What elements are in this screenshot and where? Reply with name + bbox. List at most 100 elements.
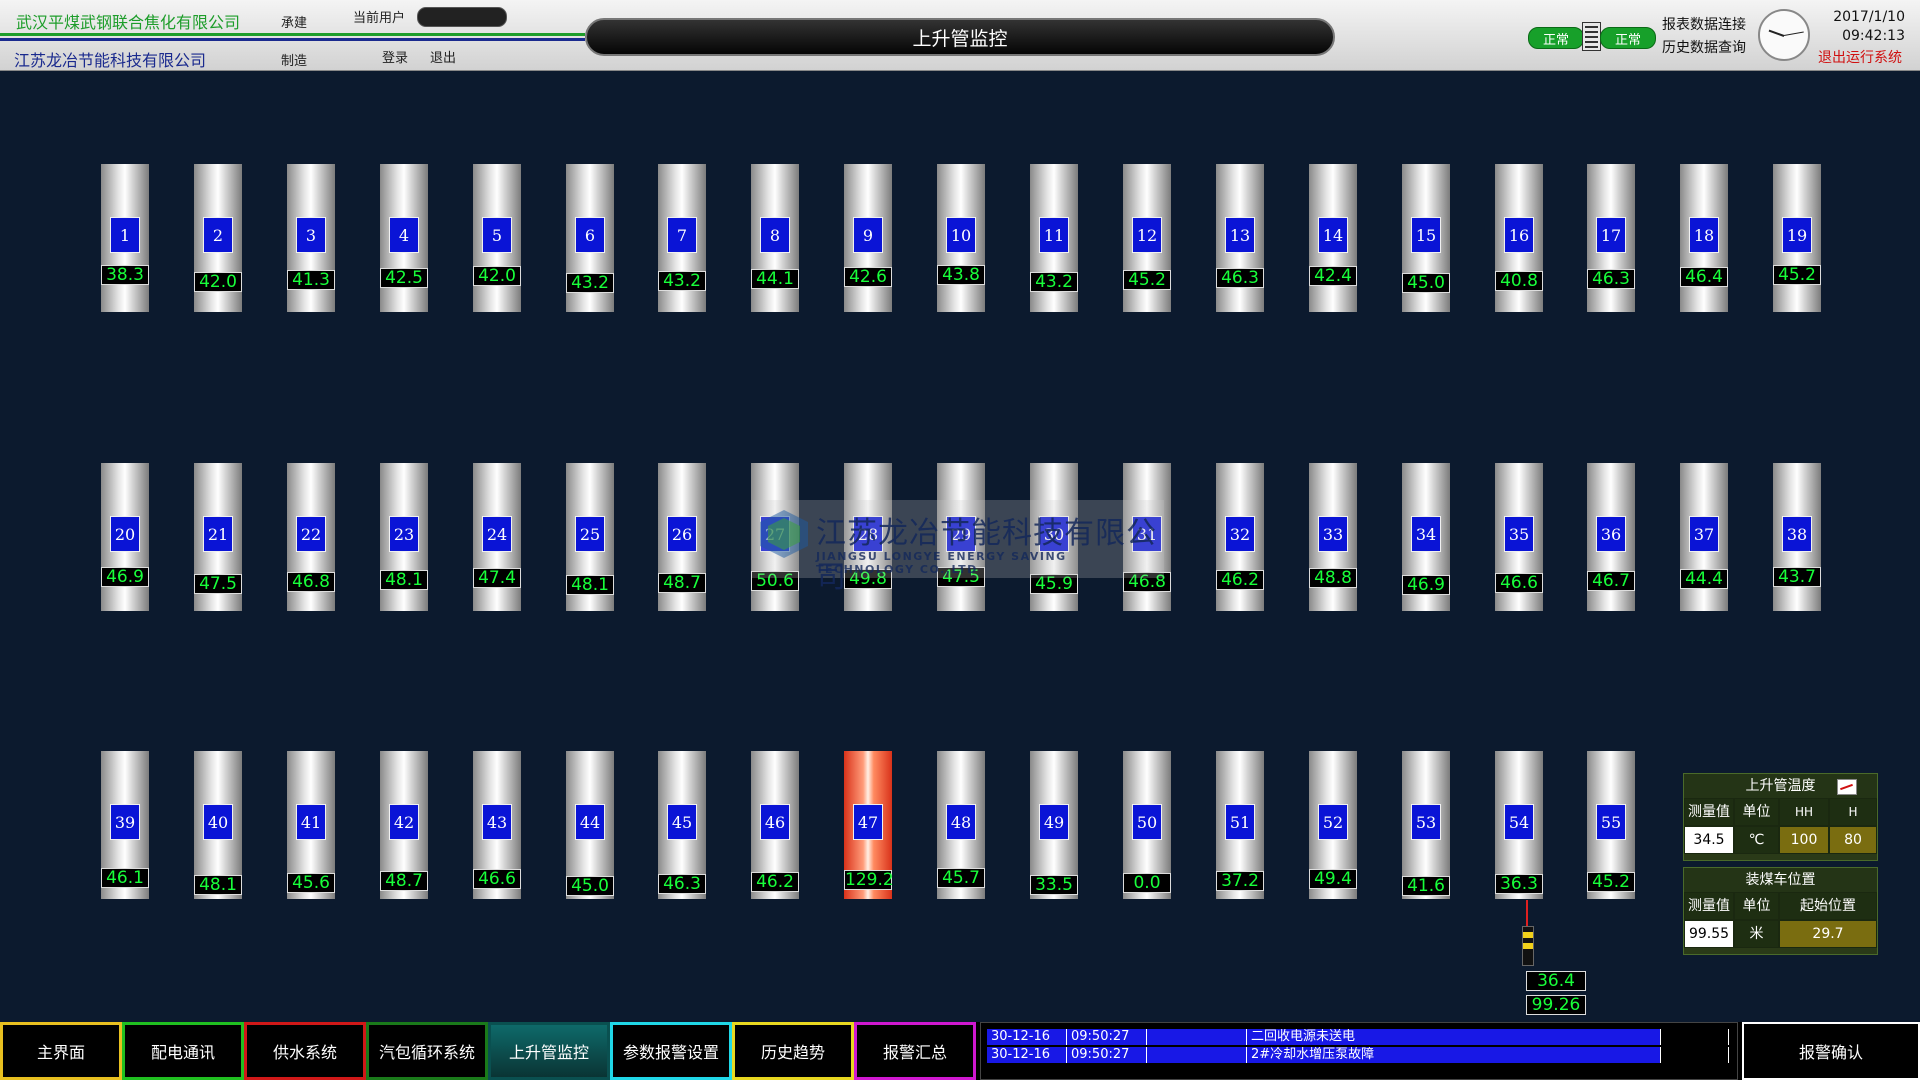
riser-pipe[interactable]: 52 49.4: [1309, 751, 1357, 899]
riser-pipe[interactable]: 42 48.7: [380, 751, 428, 899]
report-data-link[interactable]: 报表数据连接: [1662, 14, 1746, 34]
pipe-number: 7: [667, 217, 697, 253]
pipe-number: 54: [1504, 804, 1534, 840]
role-top: 承建: [281, 16, 308, 31]
riser-pipe[interactable]: 46 46.2: [751, 751, 799, 899]
riser-pipe[interactable]: 6 43.2: [566, 164, 614, 312]
pipe-number: 39: [110, 804, 140, 840]
riser-pipe[interactable]: 17 46.3: [1587, 164, 1635, 312]
alarm-row[interactable]: 30-12-16 09:50:27 二回收电源未送电: [987, 1029, 1729, 1045]
riser-pipe[interactable]: 55 45.2: [1587, 751, 1635, 899]
alarm-date: 30-12-16: [987, 1047, 1067, 1063]
date-display: 2017/1/10: [1833, 9, 1905, 25]
riser-pipe[interactable]: 20 46.9: [101, 463, 149, 611]
pipe-temperature: 33.5: [1030, 875, 1078, 895]
riser-pipe[interactable]: 13 46.3: [1216, 164, 1264, 312]
trend-chart-icon[interactable]: [1837, 779, 1857, 795]
login-button[interactable]: 登录: [382, 47, 408, 66]
riser-pipe[interactable]: 3 41.3: [287, 164, 335, 312]
riser-pipe[interactable]: 44 45.0: [566, 751, 614, 899]
cart-start-value[interactable]: 29.7: [1779, 920, 1877, 948]
riser-pipe[interactable]: 53 41.6: [1402, 751, 1450, 899]
temp-hh-value[interactable]: 100: [1779, 826, 1829, 854]
pipe-temperature: 44.1: [751, 269, 799, 289]
alarm-row[interactable]: 30-12-16 09:50:27 2#冷却水增压泵故障: [987, 1047, 1729, 1063]
riser-pipe[interactable]: 8 44.1: [751, 164, 799, 312]
pipe-number: 33: [1318, 516, 1348, 552]
riser-pipe[interactable]: 18 46.4: [1680, 164, 1728, 312]
riser-pipe[interactable]: 54 36.3: [1495, 751, 1543, 899]
nav-button[interactable]: 主界面: [0, 1022, 122, 1080]
pipe-temperature: 129.2: [844, 870, 894, 890]
riser-pipe[interactable]: 9 42.6: [844, 164, 892, 312]
cart-col-start: 起始位置: [1779, 892, 1877, 920]
riser-pipe[interactable]: 43 46.6: [473, 751, 521, 899]
pipe-number: 53: [1411, 804, 1441, 840]
logout-button[interactable]: 退出: [430, 47, 456, 66]
riser-pipe[interactable]: 14 42.4: [1309, 164, 1357, 312]
riser-pipe[interactable]: 33 48.8: [1309, 463, 1357, 611]
pipe-number: 50: [1132, 804, 1162, 840]
riser-pipe[interactable]: 23 48.1: [380, 463, 428, 611]
history-data-link[interactable]: 历史数据查询: [1662, 37, 1746, 57]
nav-button[interactable]: 配电通讯: [122, 1022, 244, 1080]
riser-pipe[interactable]: 50 0.0: [1123, 751, 1171, 899]
riser-pipe[interactable]: 25 48.1: [566, 463, 614, 611]
riser-pipe[interactable]: 4 42.5: [380, 164, 428, 312]
alarm-message: 2#冷却水增压泵故障: [1247, 1047, 1661, 1063]
nav-button[interactable]: 上升管监控: [488, 1022, 610, 1080]
nav-button[interactable]: 历史趋势: [732, 1022, 854, 1080]
pipe-temperature: 42.4: [1309, 266, 1357, 286]
temp-measure-value: 34.5: [1684, 826, 1734, 854]
riser-pipe[interactable]: 7 43.2: [658, 164, 706, 312]
pipe-temperature: 48.8: [1309, 568, 1357, 588]
riser-pipe[interactable]: 26 48.7: [658, 463, 706, 611]
riser-pipe[interactable]: 32 46.2: [1216, 463, 1264, 611]
alarm-acknowledge-button[interactable]: 报警确认: [1742, 1022, 1920, 1080]
riser-pipe[interactable]: 21 47.5: [194, 463, 242, 611]
pipe-number: 19: [1782, 217, 1812, 253]
riser-pipe[interactable]: 12 45.2: [1123, 164, 1171, 312]
riser-pipe[interactable]: 39 46.1: [101, 751, 149, 899]
riser-pipe[interactable]: 38 43.7: [1773, 463, 1821, 611]
temp-panel: 上升管温度 测量值 单位 HH H 34.5 ℃ 100 80: [1683, 773, 1878, 861]
riser-pipe[interactable]: 41 45.6: [287, 751, 335, 899]
status-badge-2: 正常: [1600, 27, 1656, 49]
riser-pipe[interactable]: 36 46.7: [1587, 463, 1635, 611]
cart-measure-value: 99.55: [1684, 920, 1734, 948]
riser-pipe[interactable]: 37 44.4: [1680, 463, 1728, 611]
pipe-number: 4: [389, 217, 419, 253]
pipe-number: 47: [853, 804, 883, 840]
riser-pipe[interactable]: 34 46.9: [1402, 463, 1450, 611]
pipe-number: 49: [1039, 804, 1069, 840]
temp-h-value[interactable]: 80: [1829, 826, 1877, 854]
nav-button[interactable]: 汽包循环系统: [366, 1022, 488, 1080]
riser-pipe[interactable]: 19 45.2: [1773, 164, 1821, 312]
riser-pipe[interactable]: 51 37.2: [1216, 751, 1264, 899]
pipe-number: 20: [110, 516, 140, 552]
riser-pipe[interactable]: 35 46.6: [1495, 463, 1543, 611]
pipe-number: 13: [1225, 217, 1255, 253]
riser-pipe[interactable]: 49 33.5: [1030, 751, 1078, 899]
riser-pipe[interactable]: 48 45.7: [937, 751, 985, 899]
nav-button[interactable]: 供水系统: [244, 1022, 366, 1080]
pipe-number: 45: [667, 804, 697, 840]
riser-pipe[interactable]: 22 46.8: [287, 463, 335, 611]
pipe-temperature: 46.9: [1402, 575, 1450, 595]
riser-pipe[interactable]: 45 46.3: [658, 751, 706, 899]
riser-pipe[interactable]: 15 45.0: [1402, 164, 1450, 312]
riser-pipe[interactable]: 11 43.2: [1030, 164, 1078, 312]
nav-button[interactable]: 参数报警设置: [610, 1022, 732, 1080]
riser-pipe[interactable]: 16 40.8: [1495, 164, 1543, 312]
pipe-temperature: 0.0: [1123, 873, 1171, 893]
riser-pipe[interactable]: 1 38.3: [101, 164, 149, 312]
riser-pipe[interactable]: 2 42.0: [194, 164, 242, 312]
riser-pipe[interactable]: 5 42.0: [473, 164, 521, 312]
riser-pipe[interactable]: 10 43.8: [937, 164, 985, 312]
riser-pipe[interactable]: 24 47.4: [473, 463, 521, 611]
nav-button[interactable]: 报警汇总: [854, 1022, 976, 1080]
riser-pipe[interactable]: 47 129.2: [844, 751, 894, 899]
pipe-temperature: 48.1: [194, 875, 242, 895]
exit-system-button[interactable]: 退出运行系统: [1818, 47, 1902, 67]
riser-pipe[interactable]: 40 48.1: [194, 751, 242, 899]
